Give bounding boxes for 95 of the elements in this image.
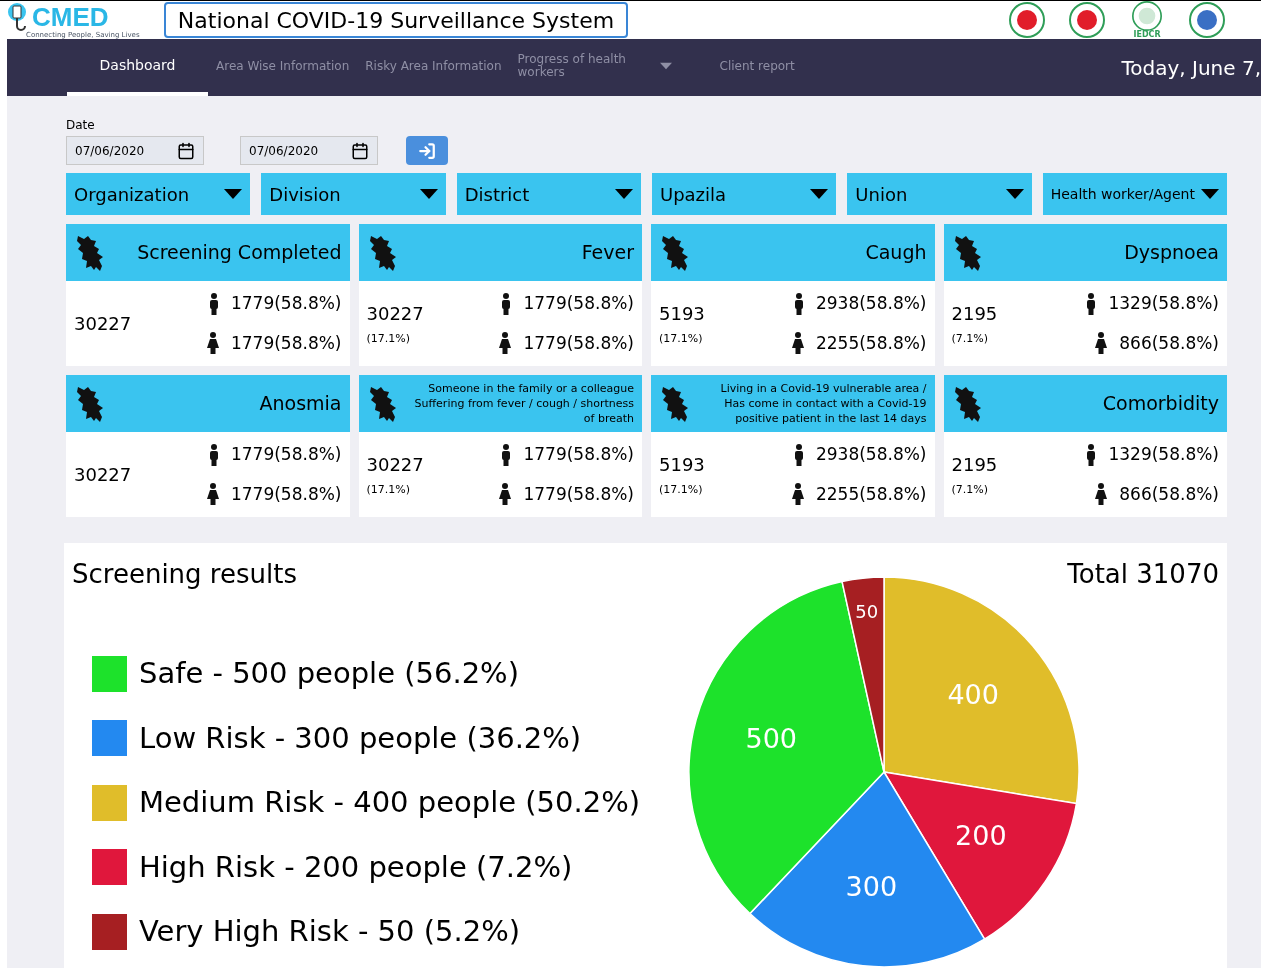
card-title: Dyspnoea (1123, 240, 1219, 266)
legend-label: Very High Risk - 50 (5.2%) (139, 913, 521, 950)
nav-tab[interactable]: Risky Area Information (357, 39, 510, 96)
man-icon (1086, 292, 1097, 315)
nav-tab[interactable]: Progress of health workers (509, 39, 680, 96)
caret-icon (419, 189, 438, 199)
total-count: 30227 (74, 312, 133, 336)
female-count: 1779(58.8%) (230, 331, 342, 355)
total-count: 2195 (951, 301, 999, 326)
filter-dropdown[interactable]: Division (261, 173, 446, 215)
caret-icon (810, 189, 829, 199)
female-count: 866(58.8%) (1119, 482, 1219, 506)
filter-dropdown[interactable]: Union (847, 173, 1032, 215)
today-date: Today, June 7, (1121, 54, 1261, 82)
woman-icon (206, 483, 219, 506)
male-count: 2938(58.8%) (815, 292, 927, 315)
caret-icon (1201, 189, 1219, 199)
date-field[interactable]: 07/06/2020 (240, 136, 378, 165)
woman-icon (791, 483, 804, 506)
card-title: Caugh (864, 240, 927, 266)
slice-label: 200 (955, 820, 1007, 852)
submit-button[interactable] (406, 136, 448, 165)
nav-tab[interactable]: Client report (711, 39, 803, 96)
total-count: 5193 (659, 301, 706, 326)
woman-icon (791, 332, 804, 355)
card-title: Someone in the family or a colleague Suffering from fever / cough / shortness of breath (413, 381, 634, 426)
caret-icon (615, 189, 633, 199)
legend-label: Safe - 500 people (56.2%) (139, 655, 519, 692)
legend-label: Low Risk - 300 people (36.2%) (139, 719, 582, 757)
nav-tab[interactable]: Dashboard (67, 39, 208, 96)
man-icon (208, 292, 219, 315)
date-label: Date (66, 117, 96, 134)
legend-label: High Risk - 200 people (7.2%) (139, 848, 573, 886)
female-count: 2255(58.8%) (815, 331, 927, 355)
total-count: 30227 (366, 301, 425, 326)
woman-icon (499, 332, 512, 355)
share-percent: (7.1%) (951, 330, 990, 347)
male-count: 2938(58.8%) (815, 443, 927, 466)
man-icon (208, 443, 219, 466)
male-count: 1779(58.8%) (230, 443, 342, 466)
female-count: 1779(58.8%) (230, 482, 342, 506)
woman-icon (499, 483, 512, 506)
card-title: Comorbidity (1101, 391, 1219, 417)
card-title: Screening Completed (136, 240, 342, 266)
male-count: 1779(58.8%) (230, 292, 342, 315)
caret-icon (659, 60, 672, 71)
card-title: Fever (580, 240, 634, 266)
man-icon (501, 292, 512, 315)
brand-logo: CMED (32, 3, 109, 30)
card-title: Anosmia (258, 391, 342, 417)
male-count: 1329(58.8%) (1108, 292, 1219, 315)
date-field[interactable]: 07/06/2020 (66, 136, 204, 165)
male-count: 1779(58.8%) (523, 292, 634, 315)
filter-dropdown[interactable]: Organization (66, 173, 251, 215)
man-icon (1086, 443, 1097, 466)
card-title: Living in a Covid-19 vulnerable area / Has come in contact with a Covid-19 positive patient in the last 14 days (719, 381, 927, 426)
female-count: 866(58.8%) (1119, 331, 1219, 355)
filter-dropdown[interactable]: Health worker/Agent (1042, 173, 1227, 215)
slice-label: 500 (745, 723, 798, 755)
share-percent: (17.1%) (659, 330, 704, 347)
man-icon (793, 443, 804, 466)
woman-icon (1095, 332, 1108, 355)
share-percent: (7.1%) (951, 481, 990, 498)
slice-label: 50 (855, 601, 879, 623)
filter-dropdown[interactable]: District (456, 173, 641, 215)
total-count: Total 31070 (1067, 558, 1219, 591)
panel-title: Screening results (72, 558, 298, 591)
man-icon (501, 443, 512, 466)
nav-tab[interactable]: Area Wise Information (208, 39, 358, 96)
male-count: 1329(58.8%) (1108, 443, 1219, 466)
total-count: 5193 (659, 452, 706, 477)
caret-icon (224, 189, 243, 199)
legend-label: Medium Risk - 400 people (50.2%) (139, 784, 641, 821)
calendar-icon (351, 141, 369, 160)
slice-label: 400 (947, 678, 999, 710)
share-percent: (17.1%) (659, 481, 704, 498)
emblem-caption: IEDCR (1133, 31, 1161, 39)
caret-icon (1005, 189, 1024, 199)
female-count: 1779(58.8%) (523, 482, 634, 506)
female-count: 1779(58.8%) (523, 331, 634, 355)
share-percent: (17.1%) (366, 330, 412, 347)
female-count: 2255(58.8%) (815, 482, 927, 506)
login-icon (418, 141, 436, 160)
calendar-icon (177, 141, 195, 160)
share-percent: (17.1%) (366, 481, 412, 498)
man-icon (793, 292, 804, 315)
male-count: 1779(58.8%) (523, 443, 634, 466)
woman-icon (206, 332, 219, 355)
slice-label: 300 (845, 870, 898, 902)
total-count: 30227 (74, 463, 133, 487)
woman-icon (1095, 483, 1108, 506)
filter-dropdown[interactable]: Upazila (652, 173, 837, 215)
system-title: National COVID-19 Surveillance System (164, 2, 628, 38)
total-count: 30227 (366, 452, 425, 477)
total-count: 2195 (951, 452, 999, 477)
